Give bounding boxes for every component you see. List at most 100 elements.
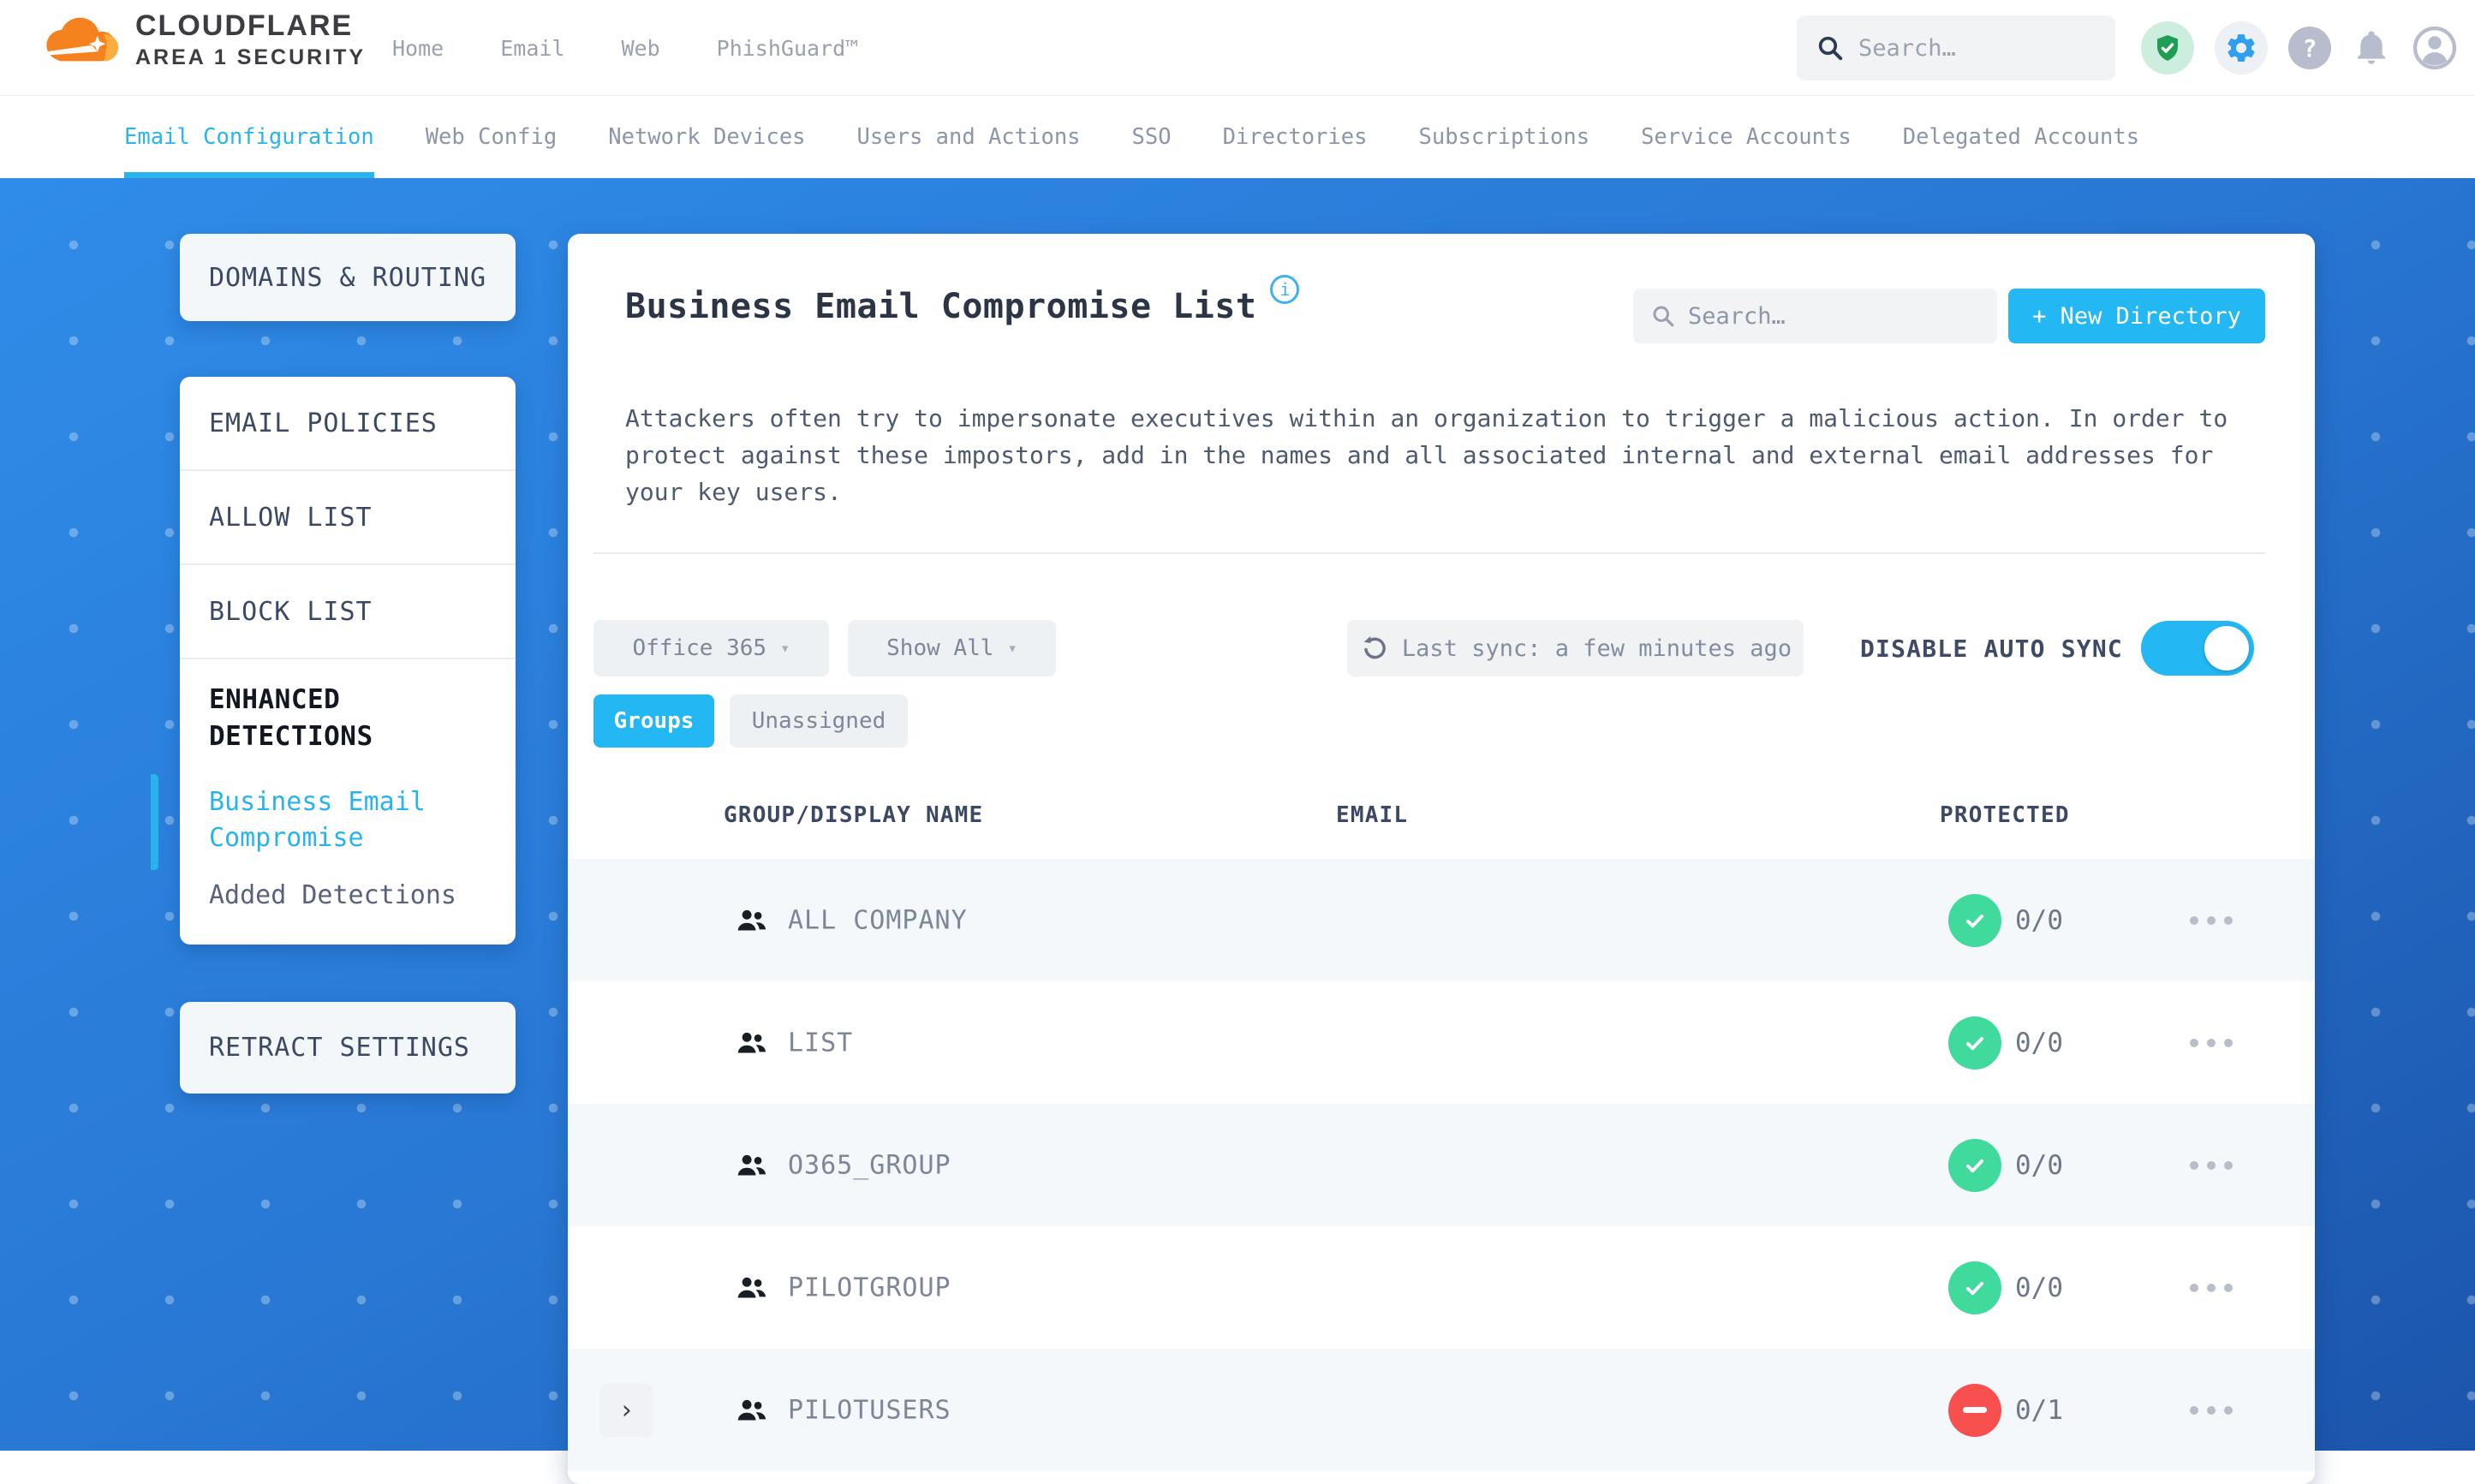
- sidebar-card-email-policies: EMAIL POLICIES ALLOW LIST BLOCK LIST ENH…: [151, 377, 516, 945]
- nav-web[interactable]: Web: [621, 36, 659, 61]
- row-menu-button[interactable]: [2190, 1283, 2233, 1292]
- table-row[interactable]: LIST 0/0: [568, 981, 2315, 1104]
- info-icon[interactable]: i: [1270, 275, 1300, 304]
- group-name: PILOTUSERS: [788, 1395, 951, 1425]
- tab-directories[interactable]: Directories: [1223, 96, 1368, 178]
- list-search[interactable]: [1633, 289, 1997, 343]
- cloudflare-cloud-icon: [45, 17, 119, 62]
- table-row[interactable]: ALL COMPANY 0/0: [568, 859, 2315, 981]
- search-icon: [1818, 36, 1843, 61]
- group-people-icon: [737, 909, 766, 931]
- account-avatar-icon[interactable]: [2412, 25, 2458, 71]
- list-search-input[interactable]: [1688, 302, 1962, 330]
- group-people-icon: [737, 1399, 766, 1421]
- nav-phishguard[interactable]: PhishGuard™: [717, 36, 859, 61]
- sidebar-section-enhanced-detections: ENHANCED DETECTIONS Business Email Compr…: [151, 659, 516, 910]
- sidebar-card-domains-routing: DOMAINS & ROUTING: [180, 234, 516, 321]
- toggle-knob: [2204, 626, 2249, 670]
- auto-sync-label: DISABLE AUTO SYNC: [1860, 634, 2123, 663]
- shield-check-icon: [2157, 35, 2178, 61]
- app-header: CLOUDFLARE AREA 1 SECURITY Home Email We…: [0, 0, 2475, 96]
- group-name: O365_GROUP: [788, 1150, 951, 1180]
- tab-subscriptions[interactable]: Subscriptions: [1418, 96, 1589, 178]
- row-menu-button[interactable]: [2190, 915, 2233, 925]
- minus-icon: [1963, 1407, 1987, 1413]
- group-people-icon: [737, 1154, 766, 1176]
- sidebar-card-retract-settings: RETRACT SETTINGS: [180, 1002, 516, 1094]
- sidebar-heading-enhanced-detections: ENHANCED DETECTIONS: [209, 684, 373, 752]
- table-row[interactable]: O365_GROUP 0/0: [568, 1104, 2315, 1226]
- check-icon: [1965, 1036, 1984, 1050]
- group-people-icon: [737, 1032, 766, 1053]
- last-sync-status: Last sync: a few minutes ago: [1347, 620, 1804, 676]
- row-menu-button[interactable]: [2190, 1405, 2233, 1415]
- table-row[interactable]: PILOTGROUP 0/0: [568, 1226, 2315, 1349]
- show-filter-dropdown[interactable]: Show All ▾: [848, 620, 1056, 676]
- help-button[interactable]: ?: [2288, 27, 2331, 69]
- primary-nav: Home Email Web PhishGuard™: [392, 0, 858, 96]
- protected-status-badge: [1948, 1261, 2001, 1314]
- protected-status-badge: [1948, 893, 2001, 947]
- check-icon: [1965, 1159, 1984, 1172]
- new-directory-button[interactable]: + New Directory: [2008, 289, 2265, 343]
- column-email: EMAIL: [1336, 802, 1409, 828]
- active-item-indicator: [151, 774, 158, 870]
- protected-count: 0/0: [2015, 1027, 2063, 1058]
- tab-service-accounts[interactable]: Service Accounts: [1641, 96, 1852, 178]
- sync-refresh-icon: [1363, 635, 1386, 659]
- sidebar-item-business-email-compromise[interactable]: Business Email Compromise: [209, 784, 490, 856]
- question-mark-icon: ?: [2302, 33, 2317, 63]
- main-panel: Business Email Compromise List i + New D…: [568, 234, 2315, 1484]
- row-menu-button[interactable]: [2190, 1038, 2233, 1047]
- global-search-input[interactable]: [1858, 34, 2072, 62]
- sidebar-item-email-policies[interactable]: EMAIL POLICIES: [180, 377, 516, 471]
- protected-status-badge: [1948, 1138, 2001, 1192]
- brand-subtitle: AREA 1 SECURITY: [135, 45, 367, 69]
- secondary-nav: Email Configuration Web Config Network D…: [0, 96, 2475, 178]
- auto-sync-toggle[interactable]: [2141, 621, 2254, 676]
- divider: [593, 552, 2265, 554]
- column-protected: PROTECTED: [1940, 802, 2070, 828]
- check-icon: [1965, 1281, 1984, 1295]
- tab-delegated-accounts[interactable]: Delegated Accounts: [1903, 96, 2139, 178]
- tab-unassigned[interactable]: Unassigned: [730, 694, 908, 748]
- group-name: PILOTGROUP: [788, 1272, 951, 1302]
- search-icon: [1653, 306, 1674, 327]
- protected-count: 0/0: [2015, 1272, 2063, 1303]
- tab-groups[interactable]: Groups: [593, 694, 714, 748]
- table-header: GROUP/DISPLAY NAME EMAIL PROTECTED: [568, 802, 2315, 842]
- settings-button[interactable]: [2215, 21, 2268, 74]
- chevron-right-icon: ›: [618, 1395, 635, 1425]
- sidebar-item-block-list[interactable]: BLOCK LIST: [180, 565, 516, 659]
- protected-status-badge: [1948, 1383, 2001, 1437]
- table-row[interactable]: › PILOTUSERS 0/1: [568, 1349, 2315, 1471]
- nav-home[interactable]: Home: [392, 36, 444, 61]
- protected-count: 0/1: [2015, 1394, 2063, 1426]
- global-search[interactable]: [1797, 15, 2115, 80]
- directory-filter-dropdown[interactable]: Office 365 ▾: [593, 620, 829, 676]
- gear-icon: [2228, 34, 2255, 62]
- sidebar-item-retract-settings[interactable]: RETRACT SETTINGS: [209, 1033, 470, 1063]
- row-menu-button[interactable]: [2190, 1160, 2233, 1170]
- notifications-bell-icon[interactable]: [2352, 28, 2391, 68]
- sidebar-item-added-detections[interactable]: Added Detections: [209, 880, 490, 910]
- tab-sso[interactable]: SSO: [1132, 96, 1172, 178]
- column-group-display-name: GROUP/DISPLAY NAME: [724, 802, 984, 828]
- header-icon-group: ?: [2141, 0, 2458, 96]
- brand-title: CLOUDFLARE: [135, 9, 354, 42]
- group-name: LIST: [788, 1028, 854, 1058]
- security-status-button[interactable]: [2141, 21, 2194, 74]
- sidebar-item-domains-routing[interactable]: DOMAINS & ROUTING: [209, 263, 486, 293]
- group-name: ALL COMPANY: [788, 905, 968, 935]
- sidebar-item-allow-list[interactable]: ALLOW LIST: [180, 471, 516, 565]
- cloudflare-logo[interactable]: CLOUDFLARE AREA 1 SECURITY: [34, 7, 366, 72]
- expand-row-button[interactable]: ›: [599, 1383, 653, 1437]
- tab-web-config[interactable]: Web Config: [426, 96, 558, 178]
- tab-network-devices[interactable]: Network Devices: [608, 96, 805, 178]
- group-table: ALL COMPANY 0/0 LIST 0/0 O365_GROUP 0/0 …: [568, 859, 2315, 1471]
- nav-email[interactable]: Email: [500, 36, 564, 61]
- protected-status-badge: [1948, 1016, 2001, 1070]
- tab-email-configuration[interactable]: Email Configuration: [124, 96, 374, 178]
- last-sync-text: Last sync: a few minutes ago: [1401, 635, 1792, 662]
- tab-users-and-actions[interactable]: Users and Actions: [857, 96, 1081, 178]
